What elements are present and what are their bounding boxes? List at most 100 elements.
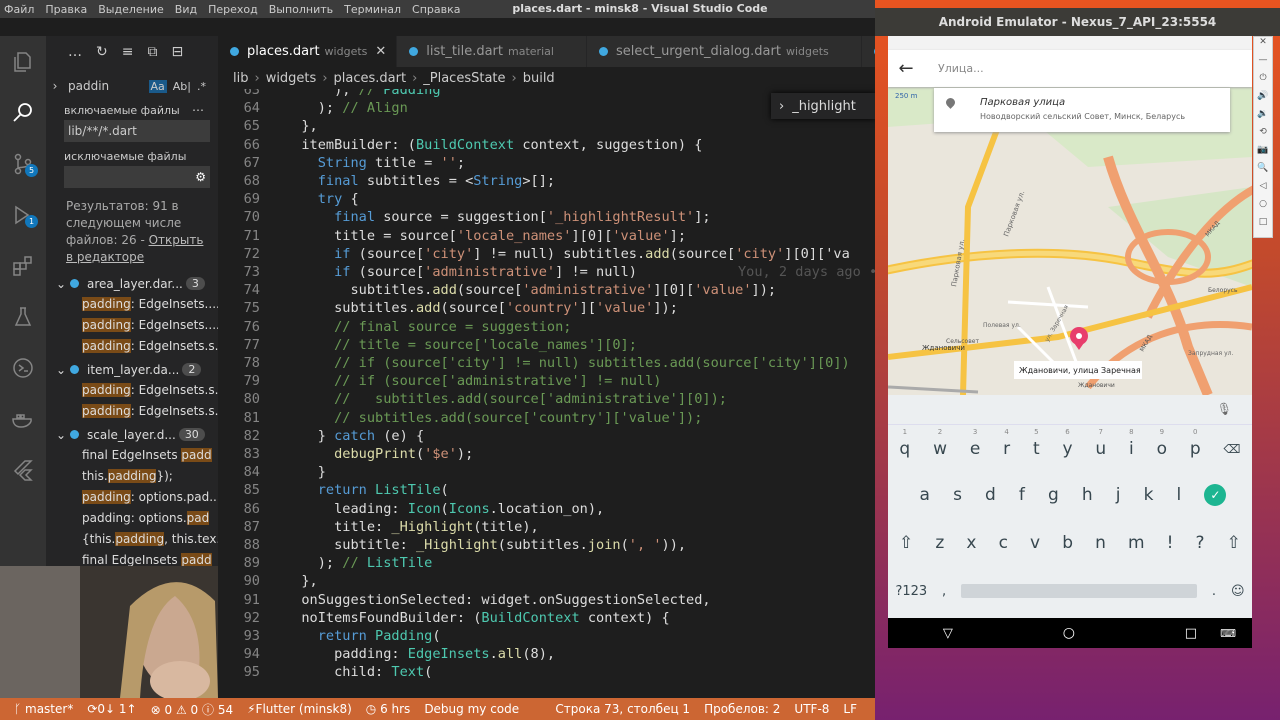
tab-1[interactable]: list_tile.dart material — [397, 36, 587, 67]
extensions-icon[interactable] — [0, 240, 46, 291]
shift-key-icon[interactable]: ⇧ — [899, 533, 913, 553]
menu-item[interactable]: Терминал — [344, 3, 401, 16]
comma-key[interactable]: , — [942, 584, 946, 599]
cursor-position[interactable]: Строка 73, столбец 1 — [555, 702, 690, 716]
menu-item[interactable]: Справка — [412, 3, 460, 16]
keyboard-icon[interactable]: ⌨ — [1220, 627, 1236, 640]
menu-item[interactable]: Вид — [175, 3, 197, 16]
key-kr1-6[interactable]: 7u — [1095, 428, 1106, 459]
key-kr1-5[interactable]: 6y — [1062, 428, 1072, 459]
branch-status[interactable]: ᚴ master* — [14, 702, 73, 716]
search-icon[interactable] — [0, 87, 46, 138]
map-view[interactable]: 250 m Парковая ул. Парковая ул. Полевая … — [888, 87, 1252, 395]
breadcrumb-item[interactable]: _PlacesState — [423, 71, 505, 86]
key-kr2-7[interactable]: k — [1144, 485, 1154, 505]
chevron-right-icon[interactable]: › — [46, 79, 64, 93]
result-file-group[interactable]: ⌄ area_layer.dar... 3 — [46, 273, 218, 294]
result-match-line[interactable]: {this.padding, this.tex... — [46, 529, 218, 550]
open-in-editor-link-2[interactable]: в редакторе — [66, 250, 144, 264]
symbols-key[interactable]: ?123 — [895, 584, 927, 599]
key-kr3-6[interactable]: m — [1128, 533, 1145, 553]
sync-status[interactable]: ⟳0↓ 1↑ — [87, 702, 136, 716]
include-files-input[interactable]: lib/**/*.dart — [64, 120, 210, 142]
key-kr1-3[interactable]: 4r — [1003, 428, 1010, 459]
problems-status[interactable]: ⊗ 0 ⚠ 0 ⓘ 54 — [151, 701, 234, 718]
result-match-line[interactable]: padding: EdgeInsets.s... — [46, 380, 218, 401]
exclude-files-input[interactable]: ⚙ — [64, 166, 210, 188]
source-control-icon[interactable]: 5 — [0, 138, 46, 189]
menu-item[interactable]: Правка — [45, 3, 87, 16]
docker-icon[interactable] — [0, 393, 46, 444]
eol-status[interactable]: LF — [843, 702, 857, 716]
search-input[interactable]: paddin Aa Ab| .* — [64, 75, 210, 97]
breadcrumb-item[interactable]: lib — [233, 71, 248, 86]
key-kr2-1[interactable]: s — [953, 485, 962, 505]
key-kr1-0[interactable]: 1q — [899, 428, 910, 459]
key-kr1-4[interactable]: 5t — [1033, 428, 1040, 459]
key-kr3-2[interactable]: c — [999, 533, 1008, 553]
key-kr1-7[interactable]: 8i — [1129, 428, 1134, 459]
suggestion-item[interactable]: Парковая улица Новодворский сельский Сов… — [934, 88, 1230, 132]
tab-3[interactable]: home — [861, 36, 875, 67]
nav-back-icon[interactable]: ▽ — [943, 626, 953, 641]
key-kr2-0[interactable]: a — [920, 485, 930, 505]
result-match-line[interactable]: padding: options.pad... — [46, 487, 218, 508]
explorer-icon[interactable] — [0, 36, 46, 87]
test-flask-icon[interactable] — [0, 291, 46, 342]
result-file-group[interactable]: ⌄ item_layer.da... 2 — [46, 359, 218, 380]
more-actions-icon[interactable]: … — [68, 44, 82, 60]
key-kr3-0[interactable]: z — [935, 533, 944, 553]
breadcrumb-item[interactable]: places.dart — [334, 71, 407, 86]
encoding-status[interactable]: UTF-8 — [794, 702, 829, 716]
emu-close-icon[interactable]: ✕ — [1254, 37, 1272, 55]
key-kr3-5[interactable]: n — [1095, 533, 1106, 553]
enter-check-key-icon[interactable]: ✓ — [1204, 484, 1227, 506]
menu-item[interactable]: Переход — [208, 3, 258, 16]
key-kr2-6[interactable]: j — [1116, 485, 1121, 505]
emoji-key-icon[interactable]: ☺ — [1231, 584, 1245, 599]
back-arrow-icon[interactable]: ← — [888, 58, 924, 79]
emu-home-icon[interactable]: ○ — [1254, 199, 1272, 217]
result-match-line[interactable]: padding: EdgeInsets.s... — [46, 336, 218, 357]
code-editor[interactable]: 63 ), // Padding 64 ); // Align 65 }, 66 it… — [218, 89, 875, 698]
emu-back-icon[interactable]: ◁ — [1254, 181, 1272, 199]
gear-icon[interactable]: ⚙ — [195, 170, 206, 184]
key-kr2-5[interactable]: h — [1082, 485, 1093, 505]
match-case-toggle[interactable]: Aa — [148, 79, 167, 93]
period-key[interactable]: . — [1212, 584, 1216, 599]
result-match-line[interactable]: padding: EdgeInsets.s... — [46, 401, 218, 422]
refresh-icon[interactable]: ↻ — [96, 44, 108, 60]
open-in-editor-link[interactable]: Открыть — [149, 233, 204, 247]
emu-minimize-icon[interactable]: — — [1254, 55, 1272, 73]
key-kr1-2[interactable]: 3e — [970, 428, 980, 459]
result-file-group[interactable]: ⌄ scale_layer.d... 30 — [46, 424, 218, 445]
key-kr3-4[interactable]: b — [1062, 533, 1073, 553]
more-icon[interactable]: … — [192, 100, 204, 114]
emu-overview-icon[interactable]: □ — [1254, 217, 1272, 235]
menu-item[interactable]: Выполнить — [269, 3, 333, 16]
emu-zoom-icon[interactable]: 🔍 — [1254, 163, 1272, 181]
timer-status[interactable]: ◷ 6 hrs — [366, 702, 411, 716]
menu-item[interactable]: Файл — [4, 3, 34, 16]
flutter-status[interactable]: ⚡Flutter (minsk8) — [247, 702, 352, 716]
tab-0[interactable]: places.dart widgets ✕ — [218, 36, 398, 67]
new-search-editor-icon[interactable]: ⧉ — [147, 44, 157, 60]
collapse-all-icon[interactable]: ⊟ — [171, 44, 183, 60]
key-kr1-1[interactable]: 2w — [933, 428, 947, 459]
shift-key-icon-2[interactable]: ⇧ — [1227, 533, 1241, 553]
nav-recents-icon[interactable]: □ — [1185, 626, 1197, 641]
find-widget[interactable]: › _highlight — [771, 93, 875, 119]
key-kr3-1[interactable]: x — [966, 533, 976, 553]
indent-status[interactable]: Пробелов: 2 — [704, 702, 780, 716]
key-kr3-3[interactable]: v — [1030, 533, 1040, 553]
result-match-line[interactable]: padding: EdgeInsets.... — [46, 294, 218, 315]
result-match-line[interactable]: padding: options.pad — [46, 508, 218, 529]
emu-screenshot-icon[interactable]: 📷 — [1254, 145, 1272, 163]
key-kr2-8[interactable]: l — [1177, 485, 1182, 505]
key-kr1-8[interactable]: 9o — [1157, 428, 1167, 459]
emu-power-icon[interactable]: ⏻ — [1254, 73, 1272, 91]
result-match-line[interactable]: final EdgeInsets padd — [46, 445, 218, 466]
regex-toggle[interactable]: .* — [197, 80, 206, 93]
address-input[interactable]: Улица... — [938, 62, 984, 75]
backspace-key-icon[interactable]: ⌫ — [1223, 442, 1240, 456]
